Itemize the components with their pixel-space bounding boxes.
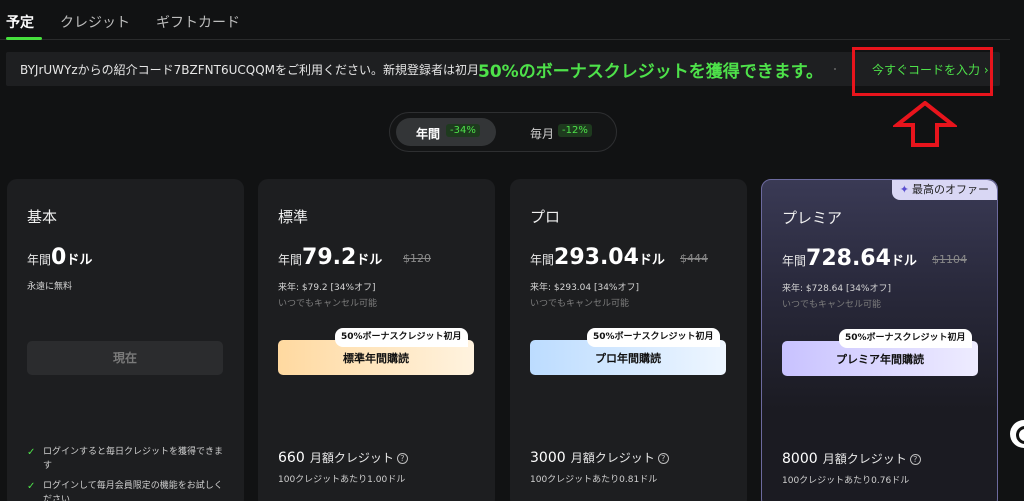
plan-price: 年間728.64ドル bbox=[782, 246, 917, 271]
toggle-monthly-label: 毎月 bbox=[530, 127, 555, 141]
plan-price: 年間0ドル bbox=[27, 245, 92, 270]
billing-period-toggle: 年間 -34% 毎月 -12% bbox=[389, 112, 617, 152]
credits-unit: 月額クレジット bbox=[570, 451, 655, 465]
tab-plans[interactable]: 予定 bbox=[6, 12, 34, 32]
feature-list: ✓ ログインすると毎日クレジットを獲得できます ✓ ログインして毎月会員限定の機… bbox=[27, 445, 227, 501]
monthly-credits: 660 月額クレジット? bbox=[278, 447, 408, 466]
monthly-discount-badge: -12% bbox=[558, 124, 592, 137]
credits-amount: 8000 bbox=[782, 451, 818, 467]
bonus-credit-tag: 50%ボーナスクレジット初月 bbox=[587, 328, 720, 347]
price-prefix: 年間 bbox=[27, 253, 52, 267]
check-icon: ✓ bbox=[27, 447, 36, 458]
referral-text: BYJrUWYzからの紹介コード7BZFNT6UCQQMをご利用ください。新規登… bbox=[20, 63, 479, 77]
credits-unit: 月額クレジット bbox=[822, 452, 907, 466]
cancel-note: いつでもキャンセル可能 bbox=[530, 299, 630, 309]
toggle-yearly[interactable]: 年間 -34% bbox=[396, 118, 496, 146]
help-icon[interactable]: ? bbox=[657, 453, 669, 464]
feature-item: ✓ ログインして毎月会員限定の機能をお試しください bbox=[27, 479, 227, 501]
price-per-100-credits: 100クレジットあたり1.00ドル bbox=[278, 475, 406, 485]
cancel-note: いつでもキャンセル可能 bbox=[782, 300, 882, 310]
original-price: $444 bbox=[680, 252, 708, 265]
help-icon[interactable]: ? bbox=[396, 453, 408, 464]
monthly-credits: 8000 月額クレジット? bbox=[782, 448, 921, 467]
check-icon: ✓ bbox=[27, 481, 36, 492]
monthly-credits: 3000 月額クレジット? bbox=[530, 447, 669, 466]
tab-gift-card[interactable]: ギフトカード bbox=[156, 12, 240, 32]
plan-tabs: 予定 クレジット ギフトカード bbox=[0, 0, 1010, 40]
active-tab-indicator bbox=[6, 37, 42, 40]
referral-bonus-text: 50%のボーナスクレジットを獲得できます。 bbox=[478, 62, 823, 82]
price-amount: 728.64 bbox=[806, 246, 891, 271]
feature-text: ログインすると毎日クレジットを獲得できます bbox=[43, 447, 224, 471]
tab-credits[interactable]: クレジット bbox=[60, 12, 130, 32]
best-offer-badge: ✦ 最高のオファー bbox=[891, 180, 997, 200]
plan-name: プレミア bbox=[782, 209, 843, 227]
plan-card-pro: プロ 年間293.04ドル $444 来年: $293.04 [34%オフ] い… bbox=[510, 179, 747, 501]
plan-price: 年間79.2ドル bbox=[278, 245, 382, 270]
sparkle-icon: ✦ bbox=[899, 183, 909, 196]
price-amount: 0 bbox=[51, 245, 67, 270]
annotation-highlight-box bbox=[852, 47, 993, 96]
price-prefix: 年間 bbox=[530, 253, 555, 267]
referral-banner: BYJrUWYzからの紹介コード7BZFNT6UCQQMをご利用ください。新規登… bbox=[6, 52, 1000, 86]
bonus-credit-tag: 50%ボーナスクレジット初月 bbox=[839, 329, 972, 348]
feature-text: ログインして毎月会員限定の機能をお試しください bbox=[43, 481, 223, 501]
price-unit: ドル bbox=[638, 253, 665, 268]
annotation-up-arrow-icon bbox=[893, 101, 957, 147]
plan-card-standard: 標準 年間79.2ドル $120 来年: $79.2 [34%オフ] いつでもキ… bbox=[258, 179, 495, 501]
next-year-price: 来年: $728.64 [34%オフ] bbox=[782, 284, 891, 294]
price-unit: ドル bbox=[890, 254, 917, 269]
price-prefix: 年間 bbox=[782, 254, 807, 268]
feature-item: ✓ ログインすると毎日クレジットを獲得できます bbox=[27, 445, 227, 473]
toggle-monthly[interactable]: 毎月 -12% bbox=[520, 118, 610, 146]
next-year-price: 来年: $79.2 [34%オフ] bbox=[278, 283, 376, 293]
toggle-yearly-label: 年間 bbox=[416, 127, 441, 141]
current-plan-button: 現在 bbox=[27, 341, 223, 375]
plan-card-premier: ✦ 最高のオファー プレミア 年間728.64ドル $1104 来年: $728.… bbox=[761, 179, 998, 501]
yearly-discount-badge: -34% bbox=[446, 124, 480, 137]
help-icon[interactable]: ? bbox=[909, 454, 921, 465]
cancel-note: いつでもキャンセル可能 bbox=[278, 299, 378, 309]
plan-note: 永遠に無料 bbox=[27, 282, 73, 292]
credits-amount: 3000 bbox=[530, 450, 566, 466]
plan-name: 基本 bbox=[27, 208, 58, 226]
plan-card-basic: 基本 年間0ドル 永遠に無料 現在 ✓ ログインすると毎日クレジットを獲得できま… bbox=[7, 179, 244, 501]
next-year-price: 来年: $293.04 [34%オフ] bbox=[530, 283, 639, 293]
original-price: $120 bbox=[403, 252, 431, 265]
price-unit: ドル bbox=[66, 253, 93, 268]
price-amount: 79.2 bbox=[302, 245, 357, 270]
credits-unit: 月額クレジット bbox=[309, 451, 394, 465]
original-price: $1104 bbox=[932, 253, 967, 266]
price-amount: 293.04 bbox=[554, 245, 639, 270]
credits-amount: 660 bbox=[278, 450, 305, 466]
plan-price: 年間293.04ドル bbox=[530, 245, 665, 270]
price-per-100-credits: 100クレジットあたり0.76ドル bbox=[782, 476, 910, 486]
best-offer-label: 最高のオファー bbox=[912, 183, 989, 196]
price-prefix: 年間 bbox=[278, 253, 303, 267]
plan-name: プロ bbox=[530, 208, 561, 226]
floating-chat-icon[interactable] bbox=[1010, 420, 1024, 448]
price-unit: ドル bbox=[356, 253, 383, 268]
plan-name: 標準 bbox=[278, 208, 309, 226]
price-per-100-credits: 100クレジットあたり0.81ドル bbox=[530, 475, 658, 485]
banner-dot bbox=[834, 68, 836, 70]
bonus-credit-tag: 50%ボーナスクレジット初月 bbox=[335, 328, 468, 347]
